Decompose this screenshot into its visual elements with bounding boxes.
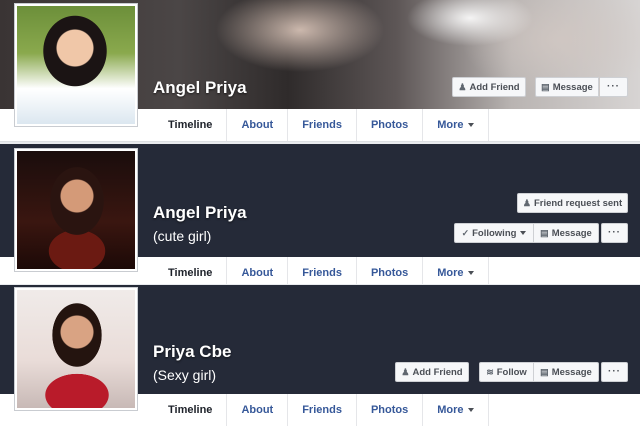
add-friend-icon: ♟ [401, 367, 410, 377]
profile-picture[interactable] [14, 287, 138, 411]
checkmark-icon: ✓ [461, 228, 470, 238]
profile-nickname: (cute girl) [153, 228, 212, 244]
chevron-down-icon [520, 231, 527, 236]
add-friend-icon: ♟ [458, 82, 467, 92]
tab-friends[interactable]: Friends [288, 109, 357, 141]
message-button[interactable]: ▤ Message [535, 77, 599, 97]
profile-name[interactable]: Angel Priya [153, 78, 247, 98]
profile-name[interactable]: Angel Priya [153, 203, 247, 223]
more-options-button[interactable]: ··· [600, 77, 628, 97]
add-friend-button[interactable]: ♟ Add Friend [395, 362, 469, 382]
profile-nickname: (Sexy girl) [153, 367, 217, 383]
message-label: Message [551, 367, 592, 378]
tab-photos[interactable]: Photos [357, 394, 424, 426]
tab-timeline[interactable]: Timeline [154, 257, 228, 284]
profile-card-3: Timeline About Friends Photos More Priya… [0, 285, 640, 426]
rss-feed-icon: ≋ [486, 367, 494, 377]
tab-friends[interactable]: Friends [288, 394, 357, 426]
tab-more[interactable]: More [423, 109, 489, 141]
avatar [17, 151, 135, 269]
message-icon: ▤ [540, 228, 549, 238]
message-label: Message [551, 228, 592, 239]
avatar [17, 6, 135, 124]
follow-button[interactable]: ≋ Follow [479, 362, 534, 382]
tab-friends[interactable]: Friends [288, 257, 357, 284]
friend-request-icon: ♟ [522, 198, 531, 208]
more-options-button[interactable]: ··· [601, 223, 628, 243]
message-icon: ▤ [540, 367, 549, 377]
message-button[interactable]: ▤ Message [534, 362, 599, 382]
message-label: Message [552, 82, 593, 93]
tab-more-label: More [437, 267, 464, 279]
avatar [17, 290, 135, 408]
add-friend-button[interactable]: ♟ Add Friend [452, 77, 526, 97]
tab-about[interactable]: About [227, 257, 289, 284]
tab-timeline[interactable]: Timeline [154, 109, 228, 141]
chevron-down-icon [467, 408, 474, 413]
chevron-down-icon [467, 123, 474, 128]
more-options-button[interactable]: ··· [601, 362, 628, 382]
profile-card-1: Timeline About Friends Photos More Angel… [0, 0, 640, 143]
add-friend-label: Add Friend [469, 82, 520, 93]
profile-name[interactable]: Priya Cbe [153, 342, 231, 362]
tab-photos[interactable]: Photos [357, 257, 424, 284]
following-button[interactable]: ✓ Following [454, 223, 534, 243]
friend-request-sent-button[interactable]: ♟ Friend request sent [517, 193, 628, 213]
message-icon: ▤ [541, 82, 550, 92]
follow-label: Follow [496, 367, 527, 378]
tab-more[interactable]: More [423, 394, 489, 426]
profile-card-2: Timeline About Friends Photos More Angel… [0, 144, 640, 284]
tab-about[interactable]: About [227, 109, 289, 141]
add-friend-label: Add Friend [412, 367, 463, 378]
following-label: Following [472, 228, 517, 239]
tab-photos[interactable]: Photos [357, 109, 424, 141]
tab-timeline[interactable]: Timeline [154, 394, 228, 426]
friend-request-sent-label: Friend request sent [533, 198, 623, 209]
profile-picture[interactable] [14, 3, 138, 127]
profile-picture[interactable] [14, 148, 138, 272]
message-button[interactable]: ▤ Message [534, 223, 599, 243]
chevron-down-icon [467, 271, 474, 276]
tab-more-label: More [437, 119, 464, 131]
tab-more[interactable]: More [423, 257, 489, 284]
tab-more-label: More [437, 404, 464, 416]
tab-about[interactable]: About [227, 394, 289, 426]
